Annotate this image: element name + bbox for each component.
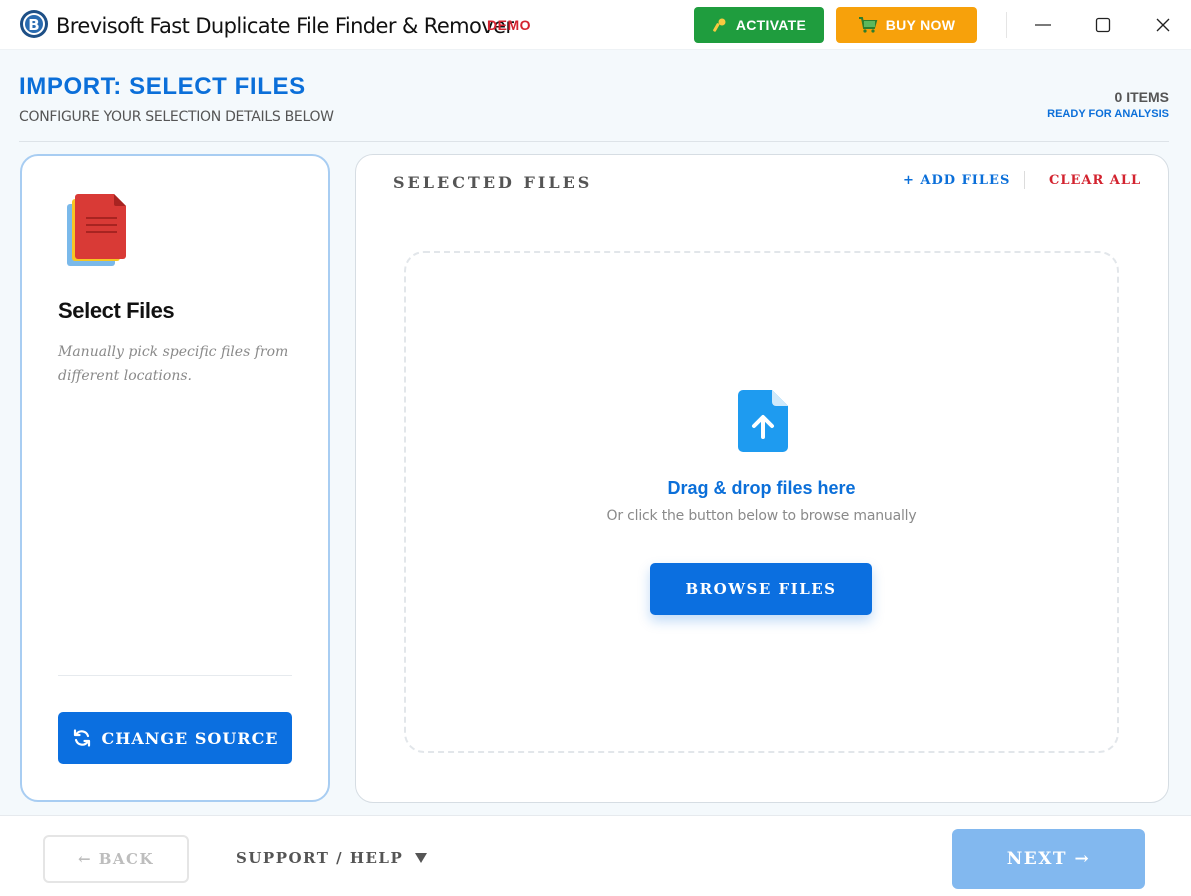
buy-now-label: BUY NOW xyxy=(885,17,956,33)
card-divider xyxy=(58,675,292,676)
drop-zone[interactable]: Drag & drop files here Or click the butt… xyxy=(404,251,1119,753)
selected-files-label: SELECTED FILES xyxy=(393,173,593,192)
svg-text:B: B xyxy=(28,16,39,34)
change-source-label: CHANGE SOURCE xyxy=(101,728,279,748)
panel-divider xyxy=(1024,171,1025,189)
key-icon xyxy=(712,18,726,32)
activate-button[interactable]: ACTIVATE xyxy=(694,7,824,43)
activate-label: ACTIVATE xyxy=(735,17,807,33)
app-logo-icon: B xyxy=(20,10,48,38)
page-subtitle: CONFIGURE YOUR SELECTION DETAILS BELOW xyxy=(19,109,334,125)
minimize-button[interactable] xyxy=(1023,10,1063,40)
selected-files-panel: SELECTED FILES + ADD FILES CLEAR ALL Dra… xyxy=(355,154,1169,803)
drop-hint: Or click the button below to browse manu… xyxy=(606,508,917,524)
files-stack-icon xyxy=(67,194,126,266)
demo-badge: DEMO xyxy=(487,17,531,33)
add-files-button[interactable]: + ADD FILES xyxy=(903,173,1010,188)
header-divider xyxy=(19,141,1169,142)
source-title: Select Files xyxy=(58,298,175,323)
source-card: Select Files Manually pick specific file… xyxy=(20,154,330,802)
clear-all-button[interactable]: CLEAR ALL xyxy=(1049,173,1141,188)
caret-down-icon xyxy=(415,853,428,863)
change-source-button[interactable]: CHANGE SOURCE xyxy=(58,712,292,764)
maximize-icon xyxy=(1095,17,1111,33)
buy-now-button[interactable]: BUY NOW xyxy=(836,7,977,43)
items-count: 0 ITEMS xyxy=(1114,89,1169,105)
back-button[interactable]: ← BACK xyxy=(43,835,189,883)
title-bar: B Brevisoft Fast Duplicate File Finder &… xyxy=(0,0,1191,50)
items-status: READY FOR ANALYSIS xyxy=(1047,108,1169,120)
close-button[interactable] xyxy=(1143,10,1183,40)
minimize-icon xyxy=(1035,24,1051,26)
titlebar-divider xyxy=(1006,12,1007,38)
refresh-icon xyxy=(73,729,90,747)
support-help-label: SUPPORT / HELP xyxy=(236,849,404,867)
file-upload-icon xyxy=(738,390,788,452)
browse-files-button[interactable]: BROWSE FILES xyxy=(650,563,872,615)
app-title: Brevisoft Fast Duplicate File Finder & R… xyxy=(56,14,514,38)
footer-bar: ← BACK SUPPORT / HELP NEXT → xyxy=(0,815,1191,896)
source-description: Manually pick specific files from differ… xyxy=(58,344,289,384)
cart-icon xyxy=(858,17,878,33)
drop-title: Drag & drop files here xyxy=(667,478,856,498)
maximize-button[interactable] xyxy=(1083,10,1123,40)
support-help-dropdown[interactable]: SUPPORT / HELP xyxy=(236,849,428,867)
page-title: IMPORT: SELECT FILES xyxy=(19,73,306,100)
close-icon xyxy=(1156,18,1170,32)
next-button[interactable]: NEXT → xyxy=(952,829,1145,889)
